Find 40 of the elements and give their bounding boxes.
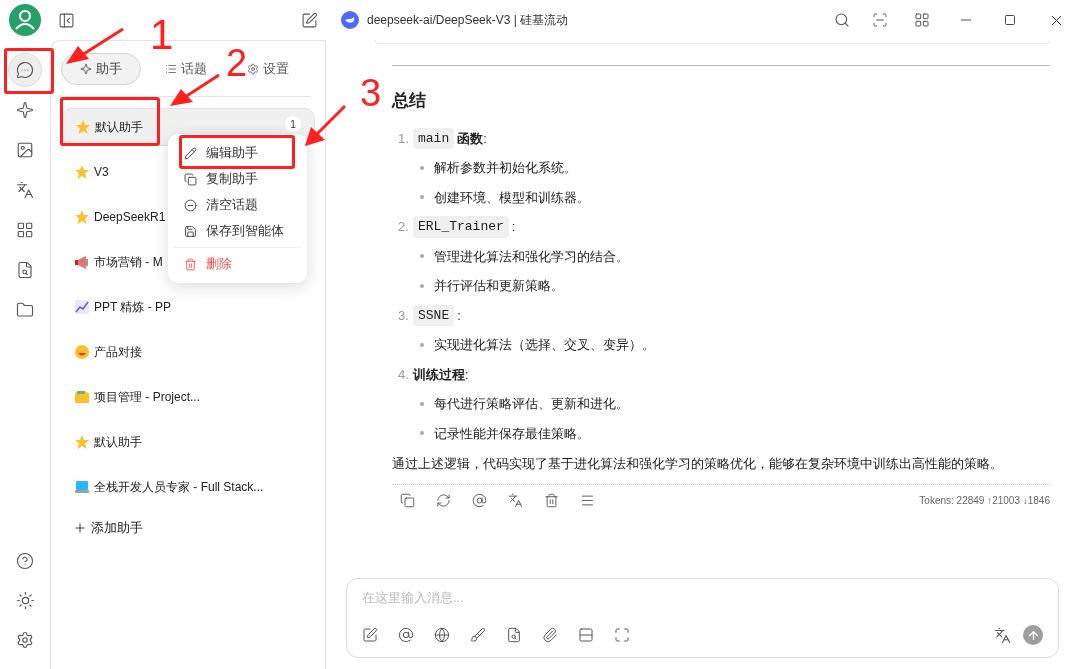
bullet-text: 管理进化算法和强化学习的结合。 <box>434 247 629 266</box>
list-number: 2. <box>398 218 410 236</box>
list-label: : <box>511 218 516 236</box>
list-label: : <box>457 306 461 325</box>
window-title: deepseek-ai/DeepSeek-V3 | 硅基流动 <box>367 12 569 29</box>
step-number: 3 <box>360 74 382 112</box>
summary-paragraph: 通过上述逻辑，代码实现了基于进化算法和强化学习的策略优化，能够在复杂环境中训练出高性能的策略。 <box>392 455 1004 473</box>
assistant-name: 全栈开发人员专家 - Full Stack... <box>94 479 264 496</box>
bullet-text: 创建环境、模型和训练器。 <box>434 188 590 207</box>
count-badge: 1 <box>285 116 301 132</box>
list-number: 1. <box>398 129 410 148</box>
step-number: 1 <box>150 14 174 56</box>
token-count: Tokens: 22849 ↑21003 ↓1846 <box>919 494 1050 508</box>
menu-item-label: 保存到智能体 <box>206 222 284 241</box>
assistant-name: 默认助手 <box>95 119 143 136</box>
inline-code: ERL_Trainer <box>413 216 509 238</box>
inline-code: main <box>413 127 455 149</box>
menu-item-label: 复制助手 <box>206 170 258 189</box>
bullet-text: 并行评估和更新策略。 <box>434 277 564 295</box>
list-label: 函数: <box>457 129 487 148</box>
inline-code: SSNE <box>413 304 455 326</box>
bullet-text: 解析参数并初始化系统。 <box>434 159 577 177</box>
assistant-name: 项目管理 - Project... <box>94 389 200 406</box>
menu-item-label: 编辑助手 <box>206 144 258 163</box>
step-number: 2 <box>226 44 248 82</box>
list-label: 训练过程: <box>413 365 469 384</box>
list-number: 4. <box>398 365 410 384</box>
assistant-name: 产品对接 <box>94 344 142 361</box>
list-number: 3. <box>398 306 410 325</box>
menu-item-label: 删除 <box>206 255 232 274</box>
bullet-text: 实现进化算法（选择、交叉、变异）。 <box>434 336 655 354</box>
assistant-name: 默认助手 <box>94 434 142 451</box>
section-heading: 总结 <box>392 90 427 112</box>
assistant-name: 市场营销 - M <box>94 254 163 271</box>
menu-item-label: 清空话题 <box>206 196 258 215</box>
assistant-name: V3 <box>94 164 109 181</box>
assistant-name: DeepSeekR1 <box>94 209 166 226</box>
bullet-text: 记录性能并保存最佳策略。 <box>434 424 590 443</box>
bullet-text: 每代进行策略评估、更新和进化。 <box>434 395 629 413</box>
assistant-name: PPT 精炼 - PP <box>94 299 172 316</box>
